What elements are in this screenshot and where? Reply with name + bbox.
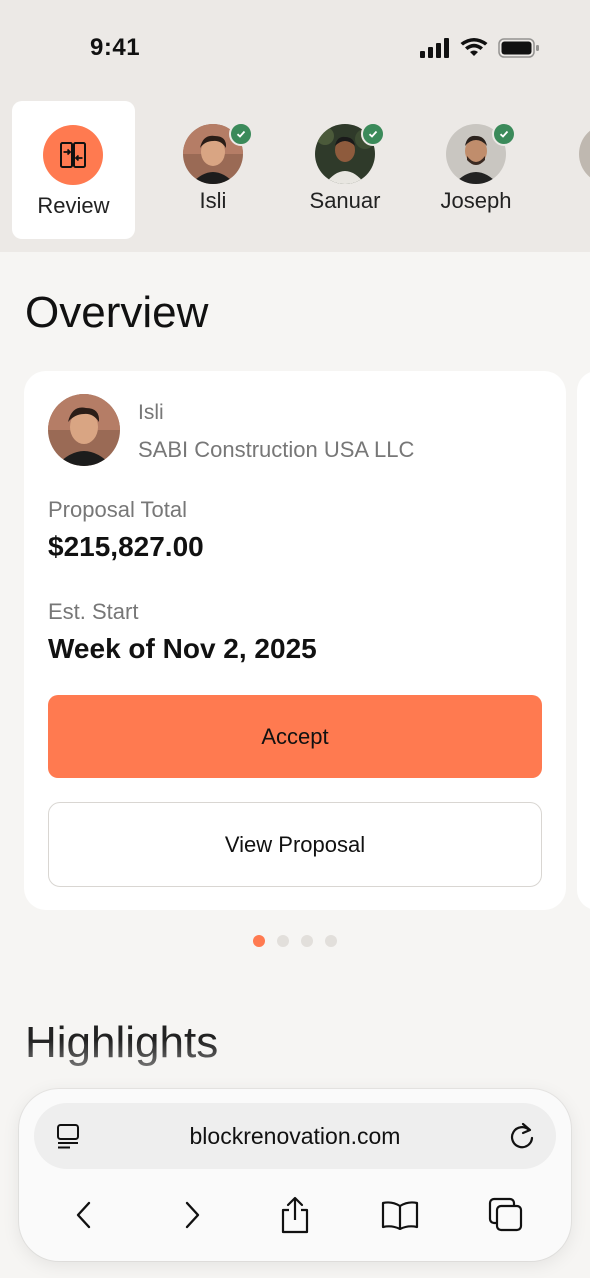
verified-check-icon <box>229 122 253 146</box>
browser-toolbar: blockrenovation.com <box>19 1089 571 1261</box>
forward-button[interactable] <box>170 1193 214 1237</box>
tabs-button[interactable] <box>484 1193 528 1237</box>
contractor-selector: Review Isli Sanuar Joseph <box>0 96 590 252</box>
contractor-tab-partial[interactable]: M <box>549 124 590 234</box>
status-bar: 9:41 <box>0 0 590 96</box>
bookmarks-button[interactable] <box>378 1193 422 1237</box>
address-bar[interactable]: blockrenovation.com <box>34 1103 556 1169</box>
share-button[interactable] <box>273 1193 317 1237</box>
proposal-total-value: $215,827.00 <box>48 531 204 562</box>
company-name: SABI Construction USA LLC <box>138 437 415 462</box>
url-text: blockrenovation.com <box>189 1123 401 1149</box>
pagination-dot[interactable] <box>253 935 265 947</box>
wifi-icon <box>460 38 488 56</box>
share-icon <box>281 1196 309 1234</box>
review-label: Review <box>37 193 110 218</box>
contractor-name: M <box>549 188 590 214</box>
contractor-name: Sanuar <box>309 188 381 213</box>
est-start-label: Est. Start <box>48 599 139 624</box>
est-start-value: Week of Nov 2, 2025 <box>48 633 317 664</box>
back-button[interactable] <box>62 1193 106 1237</box>
pagination-dot[interactable] <box>325 935 337 947</box>
status-icons <box>420 38 540 58</box>
pagination-dot[interactable] <box>277 935 289 947</box>
chevron-right-icon <box>185 1201 200 1229</box>
browser-nav-row <box>19 1193 571 1237</box>
pagination-dot[interactable] <box>301 935 313 947</box>
chevron-left-icon <box>76 1201 91 1229</box>
contractor-avatar <box>48 394 120 466</box>
status-time: 9:41 <box>90 34 141 61</box>
contractor-tab-joseph[interactable]: Joseph <box>416 122 536 234</box>
cellular-signal-icon <box>420 38 449 58</box>
verified-check-icon <box>492 122 516 146</box>
compare-icon <box>60 142 86 168</box>
proposal-card: Isli SABI Construction USA LLC Proposal … <box>24 371 566 910</box>
review-tab[interactable]: Review <box>12 101 135 239</box>
verified-check-icon <box>361 122 385 146</box>
next-proposal-card[interactable] <box>577 371 590 910</box>
review-icon-circle <box>43 125 103 185</box>
contractor-name: Joseph <box>440 188 512 213</box>
avatar <box>579 124 590 184</box>
overview-heading: Overview <box>25 288 209 337</box>
tabs-icon <box>488 1197 523 1232</box>
proposal-total-label: Proposal Total <box>48 497 188 522</box>
pagination-dots <box>253 935 337 947</box>
contractor-tab-sanuar[interactable]: Sanuar <box>285 122 405 234</box>
accept-button[interactable]: Accept <box>48 695 542 778</box>
book-icon <box>381 1201 419 1230</box>
reload-icon[interactable] <box>508 1121 536 1151</box>
battery-icon <box>498 38 539 58</box>
contractor-name: Isli <box>199 188 227 213</box>
contractor-tab-isli[interactable]: Isli <box>153 122 273 234</box>
contractor-name: Isli <box>138 401 164 424</box>
view-proposal-button[interactable]: View Proposal <box>48 802 542 887</box>
